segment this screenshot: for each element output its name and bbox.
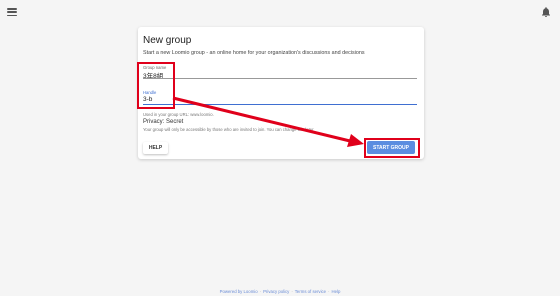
footer-terms-link[interactable]: Terms of service	[295, 289, 326, 294]
group-name-field[interactable]: Group name 3年8組	[143, 65, 417, 80]
bell-icon[interactable]	[540, 6, 552, 18]
menu-icon[interactable]	[7, 8, 17, 17]
privacy-title: Privacy: Secret	[143, 119, 184, 125]
help-button[interactable]: HELP	[143, 142, 168, 154]
page-title: New group	[143, 35, 192, 46]
footer-privacy-link[interactable]: Privacy policy	[263, 289, 289, 294]
privacy-description: Your group will only be accessible by th…	[143, 127, 315, 132]
handle-helper-text: Used in your group URL: www.loomio.	[143, 112, 214, 117]
start-group-button[interactable]: START GROUP	[367, 141, 415, 154]
new-group-card: New group Start a new Loomio group - an …	[138, 27, 424, 159]
footer-help-link[interactable]: Help	[332, 289, 341, 294]
top-bar	[0, 0, 560, 24]
footer: Powered by Loomio · Privacy policy · Terms o…	[219, 289, 341, 294]
handle-label: Handle	[143, 90, 157, 95]
group-name-underline	[143, 78, 417, 79]
form-description: Start a new Loomio group - an online hom…	[143, 50, 365, 56]
handle-field[interactable]: Handle 3-b	[143, 90, 417, 106]
footer-powered-by-link[interactable]: Powered by Loomio	[220, 289, 258, 294]
handle-underline	[143, 104, 417, 106]
handle-input[interactable]: 3-b	[143, 96, 152, 103]
